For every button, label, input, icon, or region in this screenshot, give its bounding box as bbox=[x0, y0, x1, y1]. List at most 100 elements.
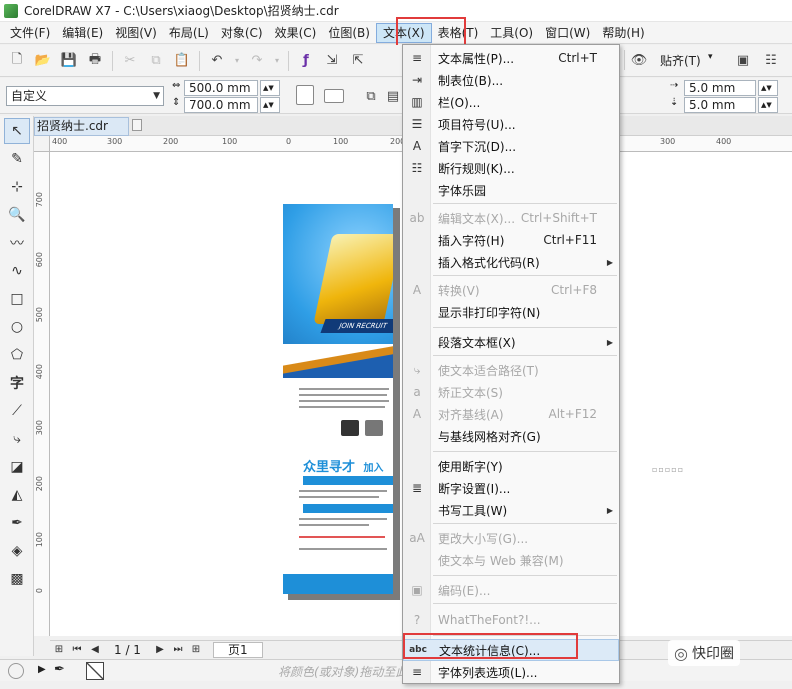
undo-icon[interactable]: ↶ bbox=[206, 50, 228, 72]
all-pages-icon[interactable]: ⧉ bbox=[360, 85, 382, 107]
options-icon[interactable]: ▣ bbox=[732, 49, 754, 71]
snap-status-icon[interactable] bbox=[8, 663, 24, 679]
document-tab[interactable]: 招贤纳士.cdr bbox=[34, 117, 129, 136]
menu-window[interactable]: 窗口(W) bbox=[539, 23, 596, 43]
menu-layout[interactable]: 布局(L) bbox=[163, 23, 215, 43]
menu-item-hyphenation-settings[interactable]: ≣ 断字设置(I)... bbox=[403, 477, 619, 499]
pick-tool-icon[interactable]: ↖ bbox=[4, 118, 30, 144]
menu-item-web-compatible[interactable]: 使文本与 Web 兼容(M) bbox=[403, 549, 619, 571]
menu-item-encode[interactable]: ▣ 编码(E)... bbox=[403, 579, 619, 601]
menu-item-columns[interactable]: ▥ 栏(O)... bbox=[403, 91, 619, 113]
page-tab[interactable]: 页1 bbox=[212, 641, 263, 658]
menu-item-drop-cap[interactable]: A 首字下沉(D)... bbox=[403, 135, 619, 157]
export-icon[interactable]: ⇱ bbox=[347, 50, 369, 72]
dropdown-arrow-icon[interactable]: ▾ bbox=[232, 50, 242, 72]
chevron-down-icon[interactable]: ▾ bbox=[708, 52, 713, 62]
add-page-after-icon[interactable]: ⊞ bbox=[189, 644, 203, 655]
nudge-x-spinner[interactable]: ▲▼ bbox=[758, 80, 778, 96]
dimension-tool-icon[interactable]: ⟋ bbox=[4, 398, 30, 424]
rectangle-tool-icon[interactable]: □ bbox=[4, 286, 30, 312]
save-icon[interactable]: 💾 bbox=[58, 50, 80, 72]
next-page-icon[interactable]: ▶ bbox=[153, 644, 167, 655]
menu-effects[interactable]: 效果(C) bbox=[269, 23, 323, 43]
first-page-icon[interactable]: ⏮ bbox=[70, 644, 84, 655]
nudge-x-field[interactable]: 5.0 mm bbox=[684, 80, 756, 96]
zoom-tool-icon[interactable]: 🔍 bbox=[4, 202, 30, 228]
menu-item-writing-tools[interactable]: 书写工具(W) ▶ bbox=[403, 499, 619, 521]
polygon-tool-icon[interactable]: ⬠ bbox=[4, 342, 30, 368]
cut-icon[interactable]: ✂ bbox=[119, 50, 141, 72]
page-preset-select[interactable]: 自定义 ▼ bbox=[6, 86, 164, 106]
import-icon[interactable]: ⇲ bbox=[321, 50, 343, 72]
redo-icon[interactable]: ↷ bbox=[246, 50, 268, 72]
menu-text[interactable]: 文本(X) bbox=[375, 22, 432, 43]
application-launcher-icon[interactable]: ☷ bbox=[760, 49, 782, 71]
eyedropper-tool-icon[interactable]: ✒ bbox=[4, 510, 30, 536]
ellipse-tool-icon[interactable]: ○ bbox=[4, 314, 30, 340]
previous-page-icon[interactable]: ◀ bbox=[88, 644, 102, 655]
open-folder-icon[interactable]: 📂 bbox=[32, 50, 54, 72]
search-content-icon[interactable]: ƒ bbox=[295, 50, 317, 72]
menu-item-edit-text[interactable]: ab 编辑文本(X)... Ctrl+Shift+T bbox=[403, 207, 619, 229]
freehand-tool-icon[interactable]: 〰 bbox=[4, 230, 30, 256]
transparency-tool-icon[interactable]: ◭ bbox=[4, 482, 30, 508]
page-height-field[interactable]: 700.0 mm bbox=[184, 97, 258, 113]
dropdown-arrow-icon[interactable]: ▾ bbox=[272, 50, 282, 72]
menu-item-bullets[interactable]: ☰ 项目符号(U)... bbox=[403, 113, 619, 135]
menu-item-font-playground[interactable]: 字体乐园 bbox=[403, 179, 619, 201]
menu-item-line-break-rules[interactable]: ☷ 断行规则(K)... bbox=[403, 157, 619, 179]
menu-help[interactable]: 帮助(H) bbox=[596, 23, 650, 43]
menu-item-convert[interactable]: A 转换(V) Ctrl+F8 bbox=[403, 279, 619, 301]
copy-icon[interactable]: ⧉ bbox=[145, 50, 167, 72]
menu-item-font-list-options[interactable]: ≡ 字体列表选项(L)... bbox=[403, 661, 619, 683]
menu-tools[interactable]: 工具(O) bbox=[484, 23, 539, 43]
snap-to-dropdown[interactable]: 贴齐(T) bbox=[660, 52, 701, 69]
menu-edit[interactable]: 编辑(E) bbox=[56, 23, 109, 43]
menu-item-straighten-text[interactable]: a 矫正文本(S) bbox=[403, 381, 619, 403]
new-tab-icon[interactable] bbox=[132, 119, 142, 131]
menu-item-align-baseline[interactable]: A 对齐基线(A) Alt+F12 bbox=[403, 403, 619, 425]
vertical-ruler[interactable]: 700 600 500 400 300 200 100 0 bbox=[34, 152, 50, 636]
crop-tool-icon[interactable]: ⊹ bbox=[4, 174, 30, 200]
menu-table[interactable]: 表格(T) bbox=[432, 23, 485, 43]
menu-item-insert-character[interactable]: 插入字符(H) Ctrl+F11 bbox=[403, 229, 619, 251]
menu-item-text-properties[interactable]: ≡ 文本属性(P)... Ctrl+T bbox=[403, 47, 619, 69]
shape-tool-icon[interactable]: ✎ bbox=[4, 146, 30, 172]
interactive-fill-icon[interactable]: ◈ bbox=[4, 538, 30, 564]
eye-icon[interactable]: 👁 bbox=[628, 49, 650, 71]
color-scroll-right-icon[interactable]: ▶ bbox=[38, 664, 46, 675]
menu-item-change-case[interactable]: aA 更改大小写(G)... bbox=[403, 527, 619, 549]
menu-file[interactable]: 文件(F) bbox=[4, 23, 56, 43]
page-width-field[interactable]: 500.0 mm bbox=[184, 80, 258, 96]
last-page-icon[interactable]: ⏭ bbox=[171, 644, 185, 655]
smart-fill-icon[interactable]: ▩ bbox=[4, 566, 30, 592]
page-height-spinner[interactable]: ▲▼ bbox=[260, 97, 280, 113]
menu-item-align-baseline-grid[interactable]: 与基线网格对齐(G) bbox=[403, 425, 619, 447]
add-page-icon[interactable]: ⊞ bbox=[52, 644, 66, 655]
menu-item-show-nonprinting[interactable]: 显示非打印字符(N) bbox=[403, 301, 619, 323]
nudge-y-field[interactable]: 5.0 mm bbox=[684, 97, 756, 113]
menu-item-use-hyphenation[interactable]: 使用断字(Y) bbox=[403, 455, 619, 477]
page-width-spinner[interactable]: ▲▼ bbox=[260, 80, 280, 96]
text-tool-icon[interactable]: 字 bbox=[4, 370, 30, 396]
menu-view[interactable]: 视图(V) bbox=[109, 23, 163, 43]
menu-item-fit-text-to-path[interactable]: ⤷ 使文本适合路径(T) bbox=[403, 359, 619, 381]
no-fill-swatch-icon[interactable] bbox=[86, 662, 104, 680]
connector-tool-icon[interactable]: ⤷ bbox=[4, 426, 30, 452]
current-page-icon[interactable]: ▤ bbox=[382, 85, 404, 107]
nudge-y-spinner[interactable]: ▲▼ bbox=[758, 97, 778, 113]
portrait-icon[interactable] bbox=[296, 85, 314, 105]
ruler-origin[interactable] bbox=[34, 136, 50, 152]
new-document-icon[interactable]: 🗋 bbox=[6, 50, 28, 72]
print-icon[interactable]: 🖶 bbox=[84, 50, 106, 72]
menu-item-whatthefont[interactable]: ? WhatTheFont?!... bbox=[403, 609, 619, 631]
menu-item-insert-formatting-code[interactable]: 插入格式化代码(R) ▶ bbox=[403, 251, 619, 273]
menu-item-tabs[interactable]: ⇥ 制表位(B)... bbox=[403, 69, 619, 91]
eyedropper-icon[interactable]: ✒ bbox=[54, 662, 65, 677]
landscape-icon[interactable] bbox=[324, 89, 344, 103]
recruitment-poster[interactable]: JOIN RECRUIT 众里寻才 加入 bbox=[283, 204, 393, 594]
drop-shadow-icon[interactable]: ◪ bbox=[4, 454, 30, 480]
menu-item-text-statistics[interactable]: abc 文本统计信息(C)... bbox=[403, 639, 619, 661]
menu-bitmaps[interactable]: 位图(B) bbox=[322, 23, 376, 43]
menu-item-paragraph-frame[interactable]: 段落文本框(X) ▶ bbox=[403, 331, 619, 353]
